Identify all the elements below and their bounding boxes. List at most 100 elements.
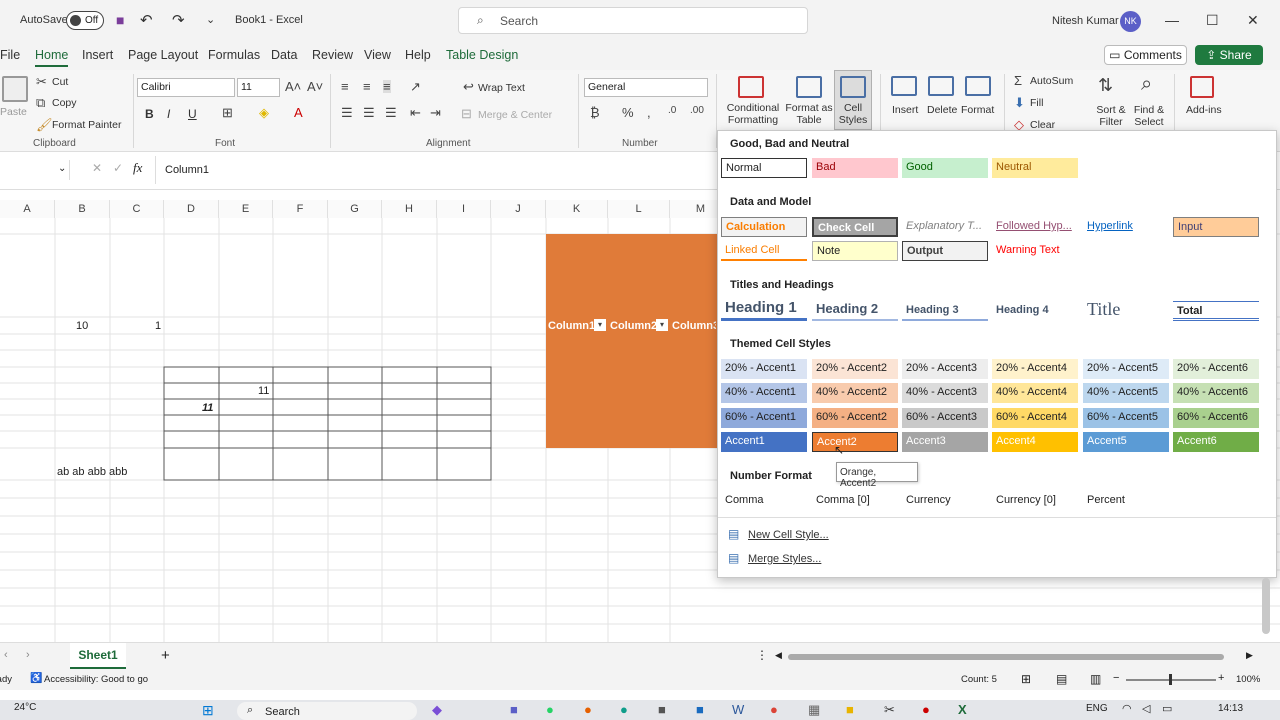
font-color-icon[interactable]: A	[294, 106, 303, 119]
excel-taskbar-icon[interactable]: X	[958, 702, 967, 717]
font-size-combo[interactable]: 11	[237, 78, 280, 97]
column-header-c[interactable]: C	[110, 200, 164, 218]
firefox-icon[interactable]: ●	[584, 702, 592, 717]
style-title[interactable]: Title	[1083, 296, 1169, 322]
user-name[interactable]: Nitesh Kumar	[1052, 15, 1119, 27]
decrease-decimal-icon[interactable]: .00	[690, 106, 704, 116]
cell-styles-icon[interactable]	[840, 76, 866, 98]
style-comma[interactable]: Comma	[721, 491, 807, 511]
style-heading-2[interactable]: Heading 2	[812, 299, 898, 321]
style-40-accent4[interactable]: 40% - Accent4	[992, 383, 1078, 403]
align-left-icon[interactable]: ☰	[341, 106, 353, 119]
increase-font-icon[interactable]: A˄	[285, 80, 301, 93]
insert-button[interactable]: Insert	[892, 104, 918, 116]
merge-styles-menu-item[interactable]: Merge Styles...	[748, 553, 821, 565]
increase-decimal-icon[interactable]: .0	[668, 106, 676, 116]
cell-text-value[interactable]: ab ab abb abb	[57, 466, 127, 478]
format-painter-icon[interactable]: 🖌	[36, 118, 53, 131]
tab-insert[interactable]: Insert	[82, 48, 113, 62]
style-output[interactable]: Output	[902, 241, 988, 261]
page-layout-view-icon[interactable]: ▤	[1056, 672, 1067, 686]
merge-center-button[interactable]: Merge & Center	[478, 109, 552, 121]
file-explorer-icon[interactable]: ■	[846, 702, 854, 717]
tab-file[interactable]: File	[0, 48, 20, 62]
edge-icon[interactable]: ●	[620, 702, 628, 717]
find-icon[interactable]: ⌕	[1141, 74, 1152, 94]
cell-d-bold[interactable]: 11	[202, 402, 213, 414]
fill-button[interactable]: Fill	[1030, 97, 1043, 109]
taskbar-search[interactable]: ⌕ Search	[237, 702, 417, 720]
column-header-k[interactable]: K	[546, 200, 608, 218]
style-accent1[interactable]: Accent1	[721, 432, 807, 452]
comments-button[interactable]: ▭ Comments	[1104, 45, 1187, 65]
undo-icon[interactable]: ↶	[140, 11, 153, 29]
add-ins-icon[interactable]	[1190, 76, 1214, 98]
style-20-accent3[interactable]: 20% - Accent3	[902, 359, 988, 379]
insert-cells-icon[interactable]	[891, 76, 917, 96]
delete-cells-icon[interactable]	[928, 76, 954, 96]
zoom-level[interactable]: 100%	[1236, 674, 1260, 685]
filter-dropdown-icon[interactable]: ▾	[656, 319, 668, 331]
tab-help[interactable]: Help	[405, 48, 431, 62]
wrap-text-icon[interactable]: ↩	[463, 80, 474, 93]
column-header-i[interactable]: I	[437, 200, 491, 218]
clock-time[interactable]: 14:13	[1218, 703, 1243, 714]
style-linked-cell[interactable]: Linked Cell	[721, 241, 807, 261]
table-header-3[interactable]: Column3	[672, 320, 716, 332]
zoom-out-icon[interactable]: −	[1113, 672, 1119, 684]
format-button[interactable]: Format	[961, 104, 994, 116]
style-comma-0[interactable]: Comma [0]	[812, 491, 898, 511]
cell-styles-button[interactable]: Cell Styles	[835, 102, 871, 126]
share-button[interactable]: ⇪ Share	[1195, 45, 1263, 65]
add-ins-button[interactable]: Add-ins	[1186, 104, 1222, 116]
bottom-align-icon[interactable]: ≡	[383, 80, 391, 93]
search-box[interactable]: ⌕ Search	[458, 7, 808, 34]
column-header-f[interactable]: F	[273, 200, 328, 218]
style-40-accent6[interactable]: 40% - Accent6	[1173, 383, 1259, 403]
column-header-g[interactable]: G	[328, 200, 382, 218]
orange-table-block[interactable]	[546, 234, 718, 448]
tab-formulas[interactable]: Formulas	[208, 48, 260, 62]
decrease-indent-icon[interactable]: ⇤	[410, 106, 421, 119]
snipping-tool-icon[interactable]: ✂	[884, 702, 895, 718]
avatar[interactable]: NK	[1120, 11, 1141, 32]
chrome-icon[interactable]: ●	[770, 702, 778, 717]
enter-icon[interactable]: ✓	[113, 161, 123, 175]
weather-temperature[interactable]: 24°C	[14, 702, 36, 713]
delete-button[interactable]: Delete	[927, 104, 957, 116]
style-heading-3[interactable]: Heading 3	[902, 301, 988, 321]
copy-icon[interactable]: ⧉	[36, 96, 45, 109]
font-name-combo[interactable]: Calibri	[137, 78, 235, 97]
name-box[interactable]: ⌄	[0, 160, 70, 180]
new-cell-style-menu-item[interactable]: New Cell Style...	[748, 529, 829, 541]
page-break-view-icon[interactable]: ▥	[1090, 672, 1101, 686]
column-header-j[interactable]: J	[491, 200, 546, 218]
battery-icon[interactable]: ▭	[1162, 702, 1172, 715]
media-icon[interactable]: ●	[922, 702, 930, 717]
table-header-2[interactable]: Column2	[610, 320, 657, 332]
more-options-icon[interactable]: ⋮	[756, 648, 768, 662]
word-icon[interactable]: W	[732, 702, 744, 717]
app-icon[interactable]: ■	[696, 702, 704, 717]
next-sheet-icon[interactable]: ›	[26, 649, 30, 661]
horizontal-scrollbar[interactable]	[788, 654, 1224, 660]
windows-start-icon[interactable]: ⊞	[202, 702, 214, 719]
style-bad[interactable]: Bad	[812, 158, 898, 178]
style-note[interactable]: Note	[812, 241, 898, 261]
decrease-font-icon[interactable]: A˅	[307, 80, 323, 93]
style-40-accent2[interactable]: 40% - Accent2	[812, 383, 898, 403]
teams-icon[interactable]: ■	[510, 702, 518, 717]
column-header-h[interactable]: H	[382, 200, 437, 218]
style-60-accent3[interactable]: 60% - Accent3	[902, 408, 988, 428]
style-good[interactable]: Good	[902, 158, 988, 178]
conditional-formatting-button[interactable]: Conditional Formatting	[723, 102, 783, 126]
cell-e-value[interactable]: 11	[258, 385, 269, 397]
whatsapp-icon[interactable]: ●	[546, 702, 554, 717]
borders-icon[interactable]: ⊞	[222, 106, 233, 119]
insert-function-button[interactable]: fx	[133, 160, 142, 176]
scroll-right-icon[interactable]: ▶	[1246, 650, 1253, 661]
redo-icon[interactable]: ↷	[172, 11, 185, 29]
zoom-in-icon[interactable]: +	[1218, 672, 1224, 684]
style-accent6[interactable]: Accent6	[1173, 432, 1259, 452]
paste-icon[interactable]	[2, 76, 28, 102]
